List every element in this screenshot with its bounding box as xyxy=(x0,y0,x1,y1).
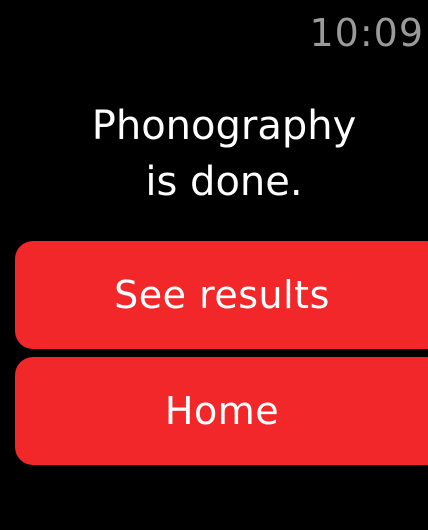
home-button[interactable]: Home xyxy=(15,357,428,465)
status-bar: 10:09 xyxy=(304,10,424,56)
message-line-2: is done. xyxy=(145,159,303,205)
completion-message: Phonography is done. xyxy=(0,98,428,210)
clock-time: 10:09 xyxy=(309,11,424,55)
message-line-1: Phonography xyxy=(91,103,357,149)
home-label: Home xyxy=(164,389,280,433)
see-results-label: See results xyxy=(114,273,330,317)
see-results-button[interactable]: See results xyxy=(15,241,428,349)
